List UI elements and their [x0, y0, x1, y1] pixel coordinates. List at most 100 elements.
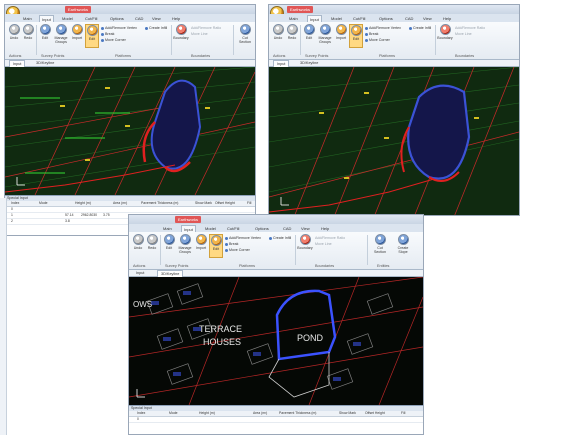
drawing-canvas[interactable]: TERRACE HOUSES POND OWS [129, 277, 423, 405]
move-line-button[interactable]: Move Line [315, 242, 332, 246]
tab-main[interactable]: Main [287, 15, 300, 22]
table-cell[interactable]: 57.14 [65, 213, 74, 218]
edit-button[interactable]: Edit [162, 234, 176, 258]
table-cell[interactable]: 1 [11, 213, 13, 218]
edit-platform-button[interactable]: Edit [349, 24, 363, 48]
tab-options[interactable]: Options [108, 15, 126, 22]
break-button[interactable]: Break [101, 32, 114, 36]
break-icon [225, 242, 228, 246]
tab-help[interactable]: Help [441, 15, 453, 22]
tab-model[interactable]: Model [60, 15, 75, 22]
table-cell[interactable]: 0 [11, 207, 13, 212]
undo-button[interactable]: Undo [271, 24, 285, 48]
tab-view[interactable]: View [150, 15, 163, 22]
tab-3d-keyline-view[interactable]: 3D/Keyline [157, 270, 184, 277]
pond-label: POND [297, 333, 324, 343]
table-cell[interactable]: 0 [137, 417, 139, 422]
column-header[interactable]: Area (m²) [113, 201, 127, 206]
boundary-button[interactable]: Boundary [297, 234, 313, 258]
undo-button[interactable]: Undo [131, 234, 145, 258]
edit-button[interactable]: Edit [38, 24, 52, 48]
tab-model[interactable]: Model [203, 225, 218, 232]
boundary-button[interactable]: Boundary [437, 24, 453, 48]
tab-input-view[interactable]: Input [273, 60, 290, 67]
column-header[interactable]: Fill [401, 411, 405, 416]
table-cell[interactable]: 3.8 [65, 219, 70, 224]
drawing-canvas[interactable] [5, 67, 255, 195]
tab-3d-keyline-view[interactable]: 3D/Keyline [297, 60, 321, 66]
add-remove-ratio-button[interactable]: Add/Remove Ratio [315, 236, 345, 240]
manage-groups-button[interactable]: Manage Groups [53, 24, 69, 48]
tab-cad[interactable]: CAD [403, 15, 415, 22]
move-corner-button[interactable]: Move Corner [101, 38, 126, 42]
cut-section-button[interactable]: Cut Section [371, 234, 389, 258]
manage-groups-button[interactable]: Manage Groups [177, 234, 193, 258]
cut-section-button[interactable]: Cut Section [237, 24, 253, 48]
create-infill-button[interactable]: Create Infill [145, 26, 167, 30]
tab-options[interactable]: Options [253, 225, 271, 232]
column-header[interactable]: Area (m²) [253, 411, 267, 416]
column-header[interactable]: Height (m) [75, 201, 91, 206]
redo-button[interactable]: Redo [145, 234, 159, 258]
tab-main[interactable]: Main [21, 15, 34, 22]
tab-help[interactable]: Help [319, 225, 331, 232]
add-remove-vertex-button[interactable]: Add/Remove Vertex [101, 26, 137, 30]
tab-cut-fill[interactable]: Cut/Fill [83, 15, 99, 22]
tab-input-view[interactable]: Input [133, 270, 147, 276]
tab-main[interactable]: Main [161, 225, 174, 232]
column-header[interactable]: Height (m) [199, 411, 215, 416]
add-remove-ratio-button[interactable]: Add/Remove Ratio [191, 26, 221, 30]
tab-view[interactable]: View [421, 15, 434, 22]
tab-cad[interactable]: CAD [281, 225, 293, 232]
move-corner-button[interactable]: Move Corner [225, 248, 250, 252]
column-header[interactable]: Pavement Thickness (m) [279, 411, 316, 416]
tab-cut-fill[interactable]: Cut/Fill [351, 15, 367, 22]
break-button[interactable]: Break [225, 242, 238, 246]
import-button[interactable]: Import [70, 24, 84, 48]
column-header[interactable]: Mode [39, 201, 47, 206]
tab-input-view[interactable]: Input [9, 60, 26, 67]
drawing-canvas[interactable] [269, 67, 519, 215]
tab-model[interactable]: Model [329, 15, 344, 22]
column-header[interactable]: Index [137, 411, 145, 416]
column-header[interactable]: Offset Height [365, 411, 385, 416]
column-header[interactable]: Pavement Thickness (m) [141, 201, 178, 206]
column-header[interactable]: Offset Height [215, 201, 235, 206]
undo-button[interactable]: Undo [7, 24, 21, 48]
tab-options[interactable]: Options [377, 15, 395, 22]
column-header[interactable]: Index [11, 201, 19, 206]
table-cell[interactable]: 3.75 [103, 213, 110, 218]
create-slope-button[interactable]: Create Slope [393, 234, 413, 258]
import-button[interactable]: Import [334, 24, 348, 48]
move-corner-button[interactable]: Move Corner [365, 38, 390, 42]
edit-platform-button[interactable]: Edit [85, 24, 99, 48]
boundary-button[interactable]: Boundary [173, 24, 189, 48]
break-button[interactable]: Break [365, 32, 378, 36]
column-header[interactable]: Show Mark [195, 201, 212, 206]
edit-button[interactable]: Edit [302, 24, 316, 48]
add-remove-vertex-button[interactable]: Add/Remove Vertex [365, 26, 401, 30]
tab-cut-fill[interactable]: Cut/Fill [225, 225, 241, 232]
import-button[interactable]: Import [194, 234, 208, 258]
tab-3d-keyline-view[interactable]: 3D/Keyline [33, 60, 57, 66]
edit-platform-button[interactable]: Edit [209, 234, 223, 258]
redo-button[interactable]: Redo [285, 24, 299, 48]
create-infill-button[interactable]: Create Infill [409, 26, 431, 30]
add-remove-ratio-button[interactable]: Add/Remove Ratio [455, 26, 485, 30]
create-infill-button[interactable]: Create Infill [269, 236, 291, 240]
column-header[interactable]: Mode [169, 411, 177, 416]
column-header[interactable]: Fill [247, 201, 251, 206]
tab-help[interactable]: Help [170, 15, 182, 22]
move-line-button[interactable]: Move Line [455, 32, 472, 36]
tab-view[interactable]: View [299, 225, 312, 232]
redo-button[interactable]: Redo [21, 24, 35, 48]
move-line-button[interactable]: Move Line [191, 32, 208, 36]
table-cell[interactable]: 2 [11, 219, 13, 224]
add-remove-vertex-button[interactable]: Add/Remove Vertex [225, 236, 261, 240]
tab-cad[interactable]: CAD [133, 15, 145, 22]
table-row[interactable]: 0 [129, 417, 423, 423]
app-window-top-left: Earthworks Main Input Model Cut/Fill Opt… [4, 4, 256, 236]
table-cell[interactable]: 2962.8030 [81, 213, 97, 218]
manage-groups-button[interactable]: Manage Groups [317, 24, 333, 48]
column-header[interactable]: Show Mark [339, 411, 356, 416]
